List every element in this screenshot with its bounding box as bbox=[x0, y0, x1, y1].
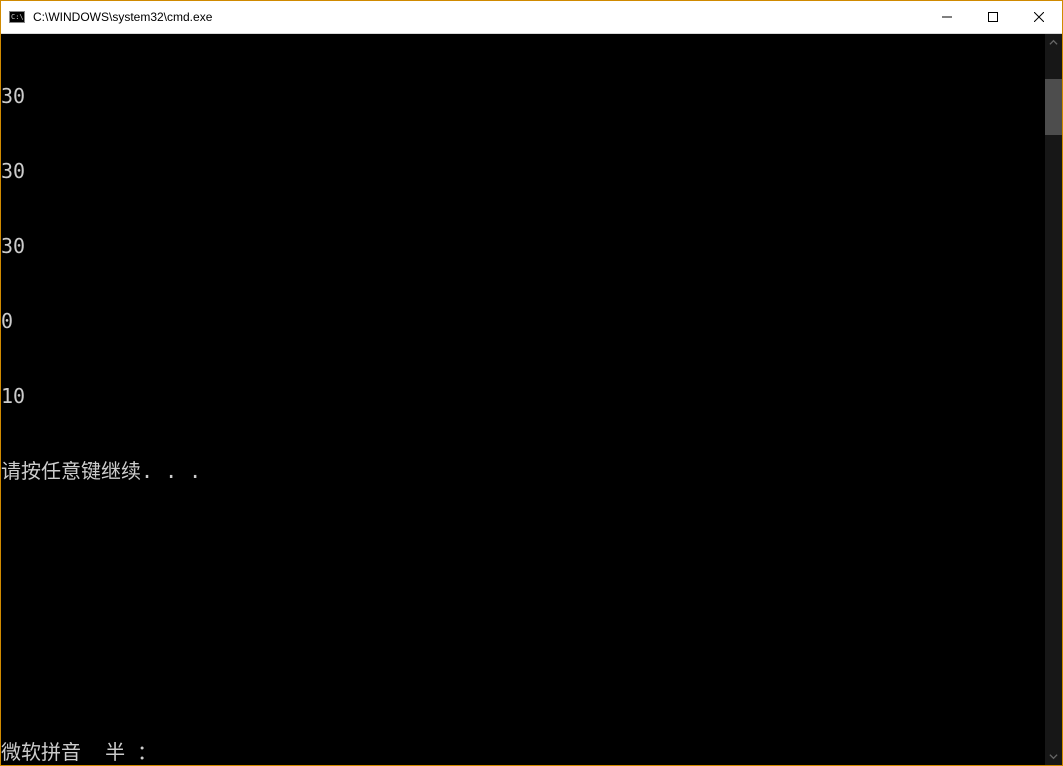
scroll-down-button[interactable] bbox=[1045, 748, 1062, 765]
output-line: 0 bbox=[1, 309, 1045, 334]
minimize-button[interactable] bbox=[924, 1, 970, 33]
cmd-icon: C:\ bbox=[9, 9, 25, 25]
window-title: C:\WINDOWS\system32\cmd.exe bbox=[33, 10, 924, 24]
titlebar[interactable]: C:\ C:\WINDOWS\system32\cmd.exe bbox=[1, 1, 1062, 34]
scrollbar-track[interactable] bbox=[1045, 51, 1062, 748]
cmd-window: C:\ C:\WINDOWS\system32\cmd.exe 30 30 30… bbox=[0, 0, 1063, 766]
vertical-scrollbar[interactable] bbox=[1045, 34, 1062, 765]
window-controls bbox=[924, 1, 1062, 33]
output-line: 30 bbox=[1, 234, 1045, 259]
console-output: 30 30 30 0 10 请按任意键继续. . . bbox=[1, 34, 1045, 534]
console-text-area[interactable]: 30 30 30 0 10 请按任意键继续. . . 微软拼音 半 ： bbox=[1, 34, 1045, 765]
ime-status-line: 微软拼音 半 ： bbox=[1, 740, 157, 765]
scrollbar-thumb[interactable] bbox=[1045, 79, 1062, 135]
maximize-button[interactable] bbox=[970, 1, 1016, 33]
console-client-area: 30 30 30 0 10 请按任意键继续. . . 微软拼音 半 ： bbox=[1, 34, 1062, 765]
svg-text:C:\: C:\ bbox=[11, 13, 24, 21]
press-any-key-prompt: 请按任意键继续. . . bbox=[1, 459, 1045, 484]
close-button[interactable] bbox=[1016, 1, 1062, 33]
output-line: 30 bbox=[1, 84, 1045, 109]
output-line: 10 bbox=[1, 384, 1045, 409]
scroll-up-button[interactable] bbox=[1045, 34, 1062, 51]
output-line: 30 bbox=[1, 159, 1045, 184]
